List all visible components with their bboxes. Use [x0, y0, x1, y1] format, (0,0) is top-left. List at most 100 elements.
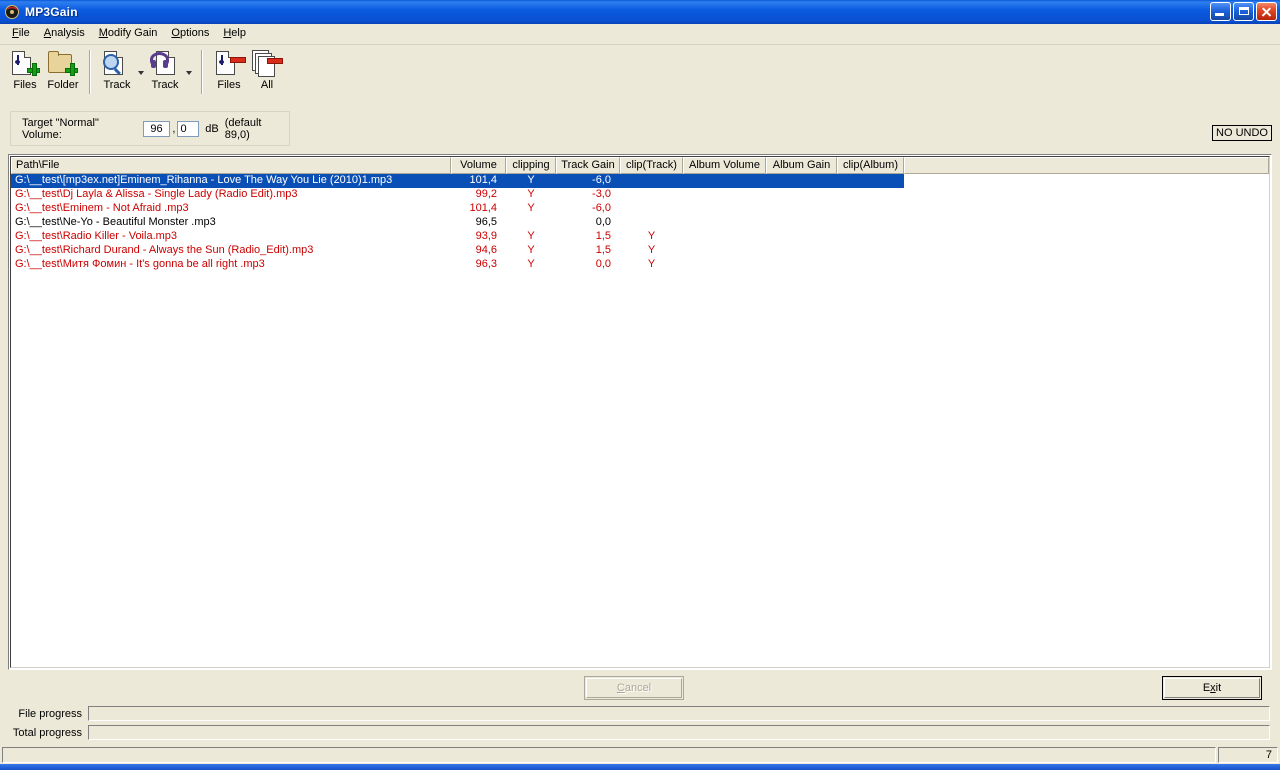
cell-clip_track: Y [647, 230, 656, 242]
toolbar-remove-all-button[interactable]: All [248, 48, 286, 91]
menu-item-file[interactable]: File [5, 26, 37, 40]
restore-icon[interactable] [1233, 2, 1254, 21]
toolbar-analyze-track-button[interactable]: Track [98, 48, 136, 91]
cell-track_gain: -6,0 [592, 174, 611, 186]
menu-item-analysis[interactable]: Analysis [37, 26, 92, 40]
cell-clip_album [837, 202, 904, 216]
cell-clip_track [620, 202, 683, 216]
cell-track_gain: -6,0 [592, 202, 611, 214]
target-volume-default-note: (default 89,0) [224, 116, 262, 141]
cell-track_gain: 0,0 [595, 258, 611, 270]
table-row[interactable]: G:\__test\Eminem - Not Afraid .mp3 101,4 Y… [11, 202, 1269, 216]
column-header-album_gain[interactable]: Album Gain [766, 157, 837, 174]
file-progress-row: File progress [0, 706, 1272, 721]
cell-album_gain [766, 230, 837, 244]
status-bar-message [2, 747, 1216, 763]
table-row[interactable]: G:\__test\Ne-Yo - Beautiful Monster .mp3… [11, 216, 1269, 230]
exit-button-label: Exit [1202, 682, 1222, 694]
column-header-path[interactable]: Path\File [11, 157, 451, 174]
table-row[interactable]: G:\__test\Dj Layla & Alissa - Single Lad… [11, 188, 1269, 202]
column-header-album_volume[interactable]: Album Volume [683, 157, 766, 174]
toolbar-analyze-album-button[interactable]: Track [146, 48, 184, 91]
toolbar: Files Folder Track Track Files All [0, 45, 1280, 99]
column-header-clipping[interactable]: clipping [506, 157, 556, 174]
toolbar-remove-files-button[interactable]: Files [210, 48, 248, 91]
column-header-clip_track[interactable]: clip(Track) [620, 157, 683, 174]
total-progress-bar [88, 725, 1270, 740]
cell-track_gain: 1,5 [595, 230, 611, 242]
decimal-separator: , [172, 122, 176, 135]
cell-album_gain [766, 244, 837, 258]
toolbar-label: Files [13, 79, 37, 91]
window-controls [1210, 2, 1277, 21]
cell-clip_track: Y [647, 258, 656, 270]
toolbar-label: Folder [47, 79, 79, 91]
menu-item-modify-gain[interactable]: Modify Gain [92, 26, 165, 40]
cell-clip_track: Y [647, 244, 656, 256]
minimize-icon[interactable] [1210, 2, 1231, 21]
cell-clipping: Y [527, 244, 535, 256]
cell-album_gain [766, 174, 837, 188]
cancel-button[interactable]: Cancel [584, 676, 684, 700]
column-header-volume[interactable]: Volume [451, 157, 506, 174]
remove-files-icon [212, 48, 246, 78]
file-progress-bar [88, 706, 1270, 721]
target-volume-decimal-input[interactable]: 0 [177, 120, 200, 137]
toolbar-label: Files [217, 79, 241, 91]
cell-clip_album [837, 216, 904, 230]
menu-item-options[interactable]: Options [164, 26, 216, 40]
file-list[interactable]: Path\File Volume clipping Track Gain clip(Tr… [8, 154, 1272, 670]
target-volume-label: Target "Normal" Volume: [22, 116, 99, 141]
cell-album_volume [683, 174, 766, 188]
cell-clip_track [620, 188, 683, 202]
cell-album_gain [766, 216, 837, 230]
toolbar-label: All [260, 79, 274, 91]
cell-path: G:\__test\Митя Фомин - It's gonna be all… [15, 258, 265, 270]
cell-album_volume [683, 244, 766, 258]
status-bar: 7 [0, 746, 1280, 764]
cell-path: G:\__test\Eminem - Not Afraid .mp3 [15, 202, 189, 214]
cell-clip_track [620, 174, 683, 188]
column-header-filler [904, 157, 1269, 174]
cancel-button-label: Cancel [616, 682, 652, 694]
cell-album_volume [683, 258, 766, 272]
cell-album_gain [766, 258, 837, 272]
analyze-track-icon [100, 48, 134, 78]
close-icon[interactable] [1256, 2, 1277, 21]
cell-track_gain: -3,0 [592, 188, 611, 200]
cell-track_gain: 0,0 [595, 216, 611, 228]
taskbar-strip [0, 764, 1280, 770]
file-list-header: Path\File Volume clipping Track Gain clip(Tr… [11, 157, 1269, 174]
cell-clipping: Y [527, 202, 535, 214]
target-volume-unit: dB [205, 122, 219, 135]
total-progress-row: Total progress [0, 725, 1272, 740]
table-row[interactable]: G:\__test\[mp3ex.net]Eminem_Rihanna - Lo… [11, 174, 904, 188]
analyze-album-dropdown-arrow[interactable] [184, 48, 194, 92]
column-header-track_gain[interactable]: Track Gain [556, 157, 620, 174]
column-header-clip_album[interactable]: clip(Album) [837, 157, 904, 174]
target-volume-whole-input[interactable]: 96 [142, 120, 171, 137]
cell-volume: 96,5 [475, 216, 497, 228]
cell-clip_track [620, 216, 683, 230]
cell-clipping: Y [527, 258, 535, 270]
toolbar-add-folder-button[interactable]: Folder [44, 48, 82, 91]
cell-clip_album [837, 188, 904, 202]
cell-volume: 101,4 [469, 174, 497, 186]
cell-clipping [506, 216, 556, 230]
table-row[interactable]: G:\__test\Митя Фомин - It's gonna be all… [11, 258, 1269, 272]
cell-path: G:\__test\Radio Killer - Voila.mp3 [15, 230, 178, 242]
add-files-icon [8, 48, 42, 78]
table-row[interactable]: G:\__test\Radio Killer - Voila.mp3 93,9 Y 1… [11, 230, 1269, 244]
exit-button[interactable]: Exit [1162, 676, 1262, 700]
analyze-album-icon [148, 48, 182, 78]
table-row[interactable]: G:\__test\Richard Durand - Always the Su… [11, 244, 1269, 258]
analyze-track-dropdown-arrow[interactable] [136, 48, 146, 92]
cell-clip_album [837, 258, 904, 272]
cell-clip_album [837, 174, 904, 188]
total-progress-label: Total progress [12, 726, 82, 739]
menu-item-help[interactable]: Help [216, 26, 253, 40]
file-progress-label: File progress [18, 707, 82, 720]
add-folder-icon [46, 48, 80, 78]
toolbar-add-files-button[interactable]: Files [6, 48, 44, 91]
cell-volume: 101,4 [469, 202, 497, 214]
